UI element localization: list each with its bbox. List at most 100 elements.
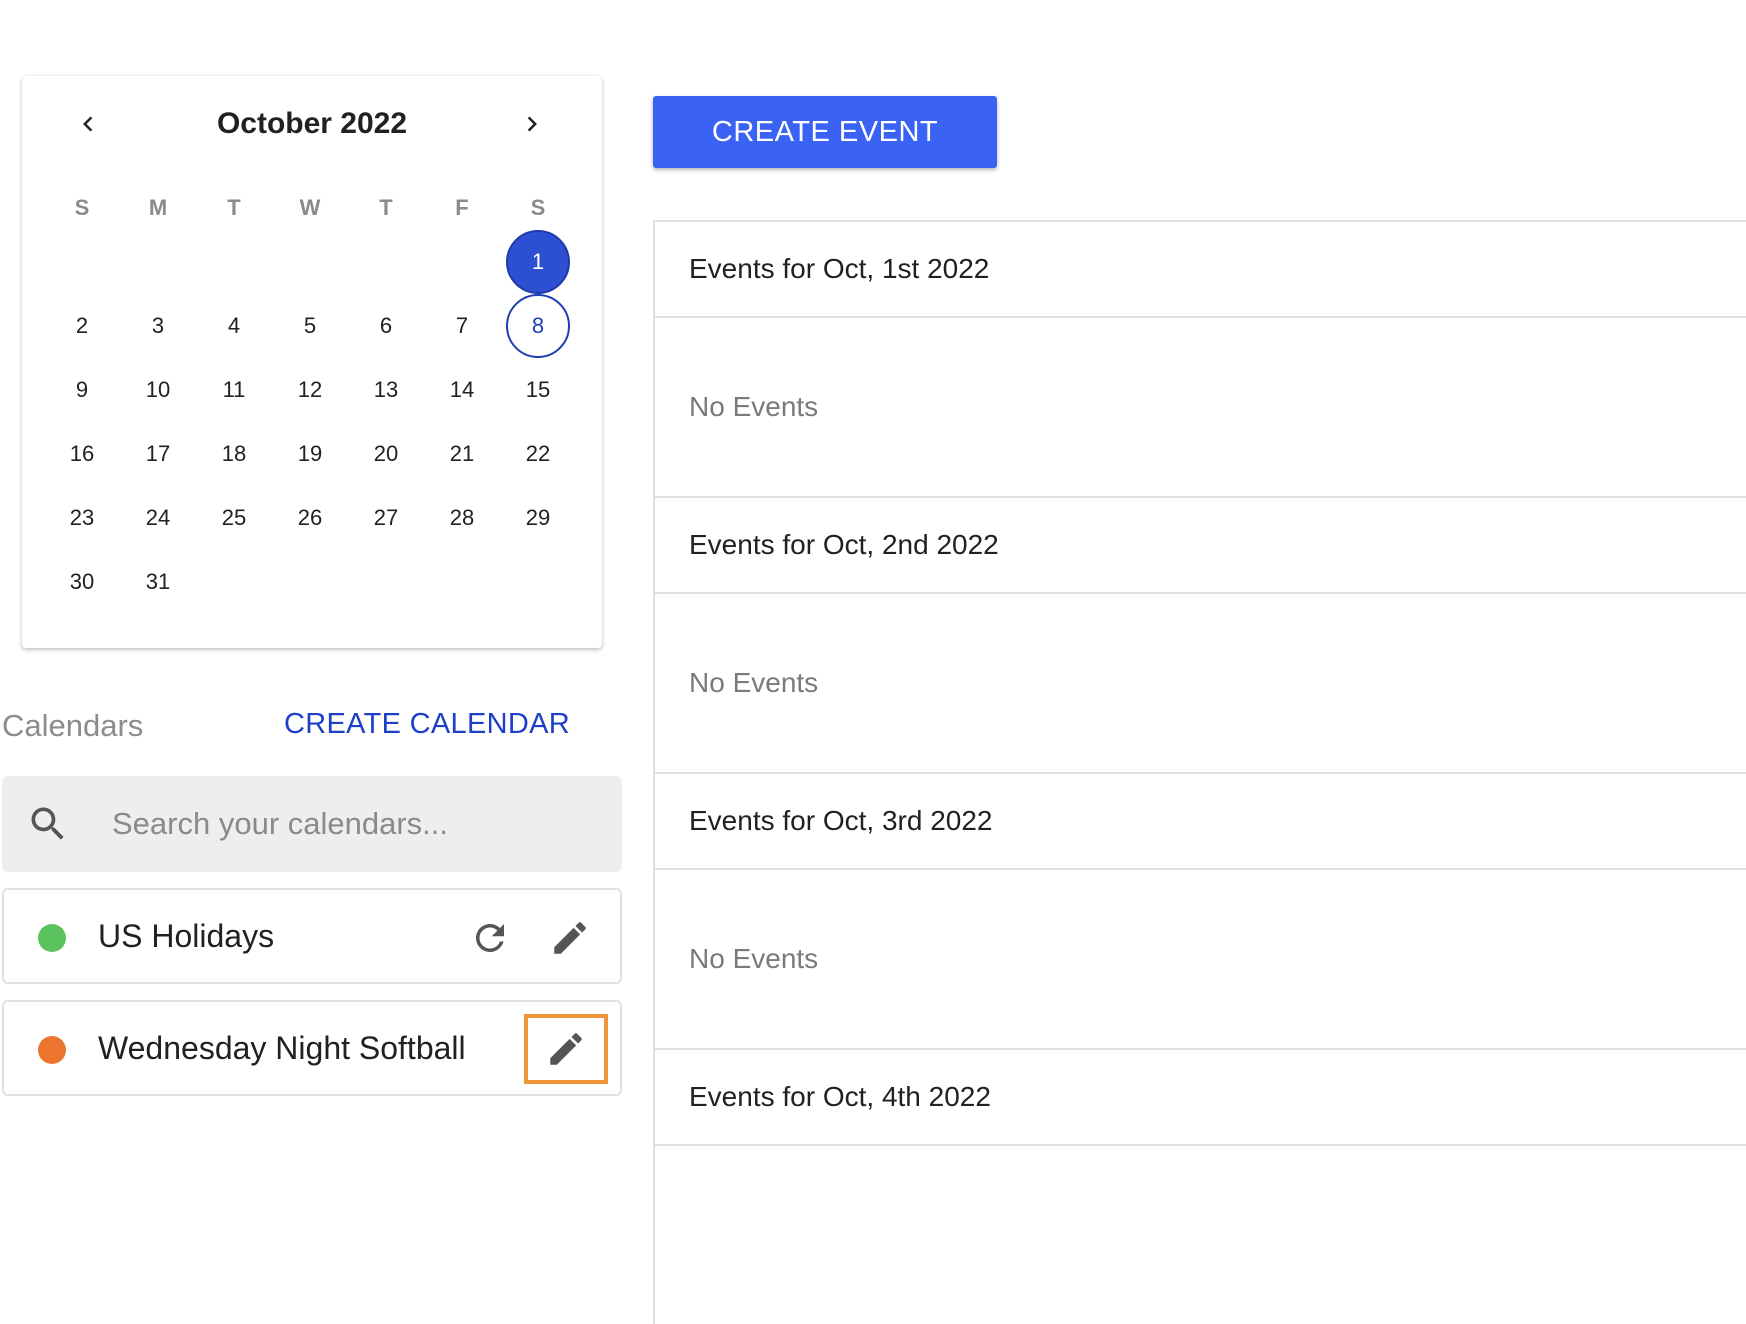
day-number: 31 (145, 569, 171, 594)
day-number: 1 (506, 230, 570, 294)
day-5[interactable]: 5 (272, 294, 348, 358)
empty-day-cell (500, 550, 576, 614)
day-1[interactable]: 1 (500, 230, 576, 294)
day-number: 26 (297, 505, 323, 530)
empty-day-cell (44, 230, 120, 294)
month-label: October 2022 (216, 107, 408, 140)
month-calendar-card: October 2022 S M T W T F S 1 2 3 4 5 6 7 8 9 10 11… (22, 76, 602, 648)
day-number: 10 (145, 377, 171, 402)
events-list: Events for Oct, 1st 2022 No Events Event… (653, 220, 1746, 1324)
weekday-label: W (299, 195, 321, 220)
day-29[interactable]: 29 (500, 486, 576, 550)
day-19[interactable]: 19 (272, 422, 348, 486)
day-14[interactable]: 14 (424, 358, 500, 422)
events-day-heading: Events for Oct, 1st 2022 (655, 220, 1746, 318)
calendar-search-input[interactable] (110, 796, 600, 852)
day-18[interactable]: 18 (196, 422, 272, 486)
day-number: 20 (373, 441, 399, 466)
calendar-name: Wednesday Night Softball (98, 1030, 466, 1066)
day-number (202, 230, 266, 294)
day-number (126, 230, 190, 294)
empty-day-cell (196, 550, 272, 614)
day-number (354, 230, 418, 294)
day-11[interactable]: 11 (196, 358, 272, 422)
day-17[interactable]: 17 (120, 422, 196, 486)
week-row: 23 24 25 26 27 28 29 (44, 486, 576, 550)
empty-day-cell (272, 230, 348, 294)
day-4[interactable]: 4 (196, 294, 272, 358)
calendar-item-wednesday-night-softball[interactable]: Wednesday Night Softball (2, 1000, 622, 1096)
weekday-label: S (74, 195, 90, 220)
empty-day-cell (272, 550, 348, 614)
day-15[interactable]: 15 (500, 358, 576, 422)
day-27[interactable]: 27 (348, 486, 424, 550)
empty-day-cell (348, 550, 424, 614)
day-30[interactable]: 30 (44, 550, 120, 614)
day-3[interactable]: 3 (120, 294, 196, 358)
day-21[interactable]: 21 (424, 422, 500, 486)
day-number: 17 (145, 441, 171, 466)
day-number: 11 (222, 377, 246, 402)
events-day-heading: Events for Oct, 2nd 2022 (655, 496, 1746, 594)
calendar-color-dot (38, 924, 66, 952)
edit-icon (550, 1033, 582, 1065)
weekday-label: S (530, 195, 546, 220)
calendar-item-us-holidays[interactable]: US Holidays (2, 888, 622, 984)
day-31[interactable]: 31 (120, 550, 196, 614)
day-16[interactable]: 16 (44, 422, 120, 486)
day-13[interactable]: 13 (348, 358, 424, 422)
day-9[interactable]: 9 (44, 358, 120, 422)
weekday-header-row: S M T W T F S (44, 186, 576, 230)
day-26[interactable]: 26 (272, 486, 348, 550)
day-2[interactable]: 2 (44, 294, 120, 358)
calendar-search-box (2, 776, 622, 872)
day-6[interactable]: 6 (348, 294, 424, 358)
day-number: 3 (151, 313, 165, 338)
day-number: 8 (506, 294, 570, 358)
day-10[interactable]: 10 (120, 358, 196, 422)
day-number: 15 (525, 377, 551, 402)
day-number (354, 550, 418, 614)
day-number: 18 (221, 441, 247, 466)
day-number: 28 (449, 505, 475, 530)
day-24[interactable]: 24 (120, 486, 196, 550)
edit-calendar-button[interactable] (524, 1014, 608, 1084)
day-12[interactable]: 12 (272, 358, 348, 422)
day-number (278, 550, 342, 614)
events-day-body (655, 1146, 1746, 1324)
day-number: 16 (69, 441, 95, 466)
calendars-heading: Calendars (2, 708, 144, 743)
edit-calendar-button[interactable] (540, 908, 600, 968)
empty-day-cell (120, 230, 196, 294)
no-events-text: No Events (689, 667, 819, 698)
day-22[interactable]: 22 (500, 422, 576, 486)
chevron-right-icon (527, 116, 537, 132)
empty-day-cell (424, 230, 500, 294)
day-number: 13 (373, 377, 399, 402)
events-day-heading: Events for Oct, 4th 2022 (655, 1048, 1746, 1146)
day-number: 22 (525, 441, 551, 466)
day-23[interactable]: 23 (44, 486, 120, 550)
events-day-heading: Events for Oct, 3rd 2022 (655, 772, 1746, 870)
day-25[interactable]: 25 (196, 486, 272, 550)
day-number: 2 (75, 313, 89, 338)
calendar-name: US Holidays (98, 918, 275, 954)
weekday-label: F (455, 195, 469, 220)
empty-day-cell (424, 550, 500, 614)
empty-day-cell (348, 230, 424, 294)
day-7[interactable]: 7 (424, 294, 500, 358)
week-row: 30 31 (44, 550, 576, 614)
next-month-button[interactable] (508, 100, 556, 148)
week-row: 1 (44, 230, 576, 294)
refresh-icon (475, 924, 504, 952)
day-28[interactable]: 28 (424, 486, 500, 550)
day-number: 7 (455, 313, 469, 338)
day-8[interactable]: 8 (500, 294, 576, 358)
day-number (430, 230, 494, 294)
calendar-header: October 2022 (22, 92, 602, 156)
create-event-button[interactable]: CREATE EVENT (653, 96, 997, 168)
create-calendar-button[interactable]: CREATE CALENDAR (284, 708, 570, 741)
refresh-calendar-button[interactable] (460, 908, 520, 968)
day-20[interactable]: 20 (348, 422, 424, 486)
day-number (50, 230, 114, 294)
